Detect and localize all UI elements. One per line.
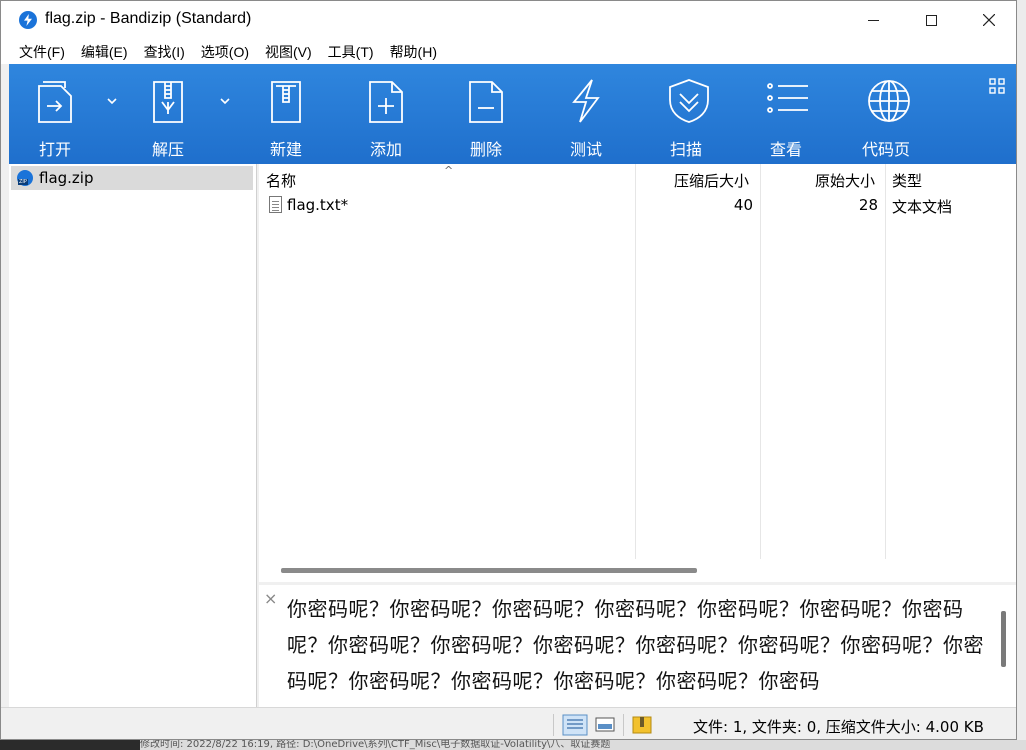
cell-name: flag.txt* bbox=[287, 196, 349, 214]
toolbar-extract-label: 解压 bbox=[151, 140, 184, 159]
toolbar-scan-label: 扫描 bbox=[669, 140, 702, 159]
toolbar-add-button[interactable]: 添加 bbox=[346, 64, 426, 164]
toolbar-new-label: 新建 bbox=[269, 140, 302, 159]
delete-icon bbox=[469, 81, 503, 123]
preview-text: 你密码呢？你密码呢？你密码呢？你密码呢？你密码呢？你密码呢？你密码呢？你密码呢？… bbox=[287, 597, 984, 693]
bandizip-app-icon bbox=[19, 11, 37, 29]
cell-type: 文本文档 bbox=[892, 198, 953, 216]
window-title: flag.zip - Bandizip (Standard) bbox=[45, 10, 252, 27]
toolbar-open-label: 打开 bbox=[38, 140, 71, 159]
toolbar-view-label: 查看 bbox=[769, 140, 802, 159]
column-header-original-size[interactable]: 原始大小 bbox=[815, 170, 875, 191]
extract-dropdown-chevron-icon[interactable] bbox=[218, 94, 232, 108]
minimize-button[interactable] bbox=[844, 1, 902, 39]
close-preview-icon[interactable]: × bbox=[264, 589, 277, 608]
menu-options[interactable]: 选项(O) bbox=[193, 39, 257, 64]
folder-tree: flag.zip bbox=[9, 164, 257, 707]
horizontal-scrollbar[interactable] bbox=[281, 568, 697, 573]
background-path-text: 修改时间: 2022/8/22 16:19, 路径: D:\OneDrive\系… bbox=[140, 740, 1026, 750]
archive-folder-icon bbox=[632, 716, 652, 734]
column-divider[interactable] bbox=[885, 164, 886, 559]
archive-info-button[interactable] bbox=[629, 714, 655, 736]
tree-item-archive[interactable]: flag.zip bbox=[11, 166, 253, 190]
bandizip-window: flag.zip - Bandizip (Standard) 文件(F) 编辑(… bbox=[0, 0, 1017, 740]
file-list: ^ 名称 压缩后大小 原始大小 类型 flag.txt* 40 28 文本文档 bbox=[259, 164, 1016, 582]
details-view-button[interactable] bbox=[562, 714, 588, 736]
column-header-name[interactable]: 名称 bbox=[266, 170, 296, 191]
add-icon bbox=[369, 81, 403, 123]
toolbar-scan-button[interactable]: 扫描 bbox=[646, 64, 726, 164]
toolbar-open-button[interactable]: 打开 bbox=[15, 64, 95, 164]
status-divider bbox=[553, 714, 554, 736]
menu-bar: 文件(F) 编辑(E) 查找(I) 选项(O) 视图(V) 工具(T) 帮助(H… bbox=[1, 39, 1016, 64]
menu-edit[interactable]: 编辑(E) bbox=[73, 39, 136, 64]
tree-item-label: flag.zip bbox=[39, 169, 94, 187]
toolbar-codepage-label: 代码页 bbox=[861, 140, 910, 159]
title-bar: flag.zip - Bandizip (Standard) bbox=[1, 1, 1016, 39]
layout-grid-icon[interactable] bbox=[989, 78, 1005, 94]
view-icon bbox=[767, 83, 808, 113]
menu-help[interactable]: 帮助(H) bbox=[382, 39, 445, 64]
table-row[interactable]: flag.txt* 40 28 文本文档 bbox=[259, 194, 1016, 216]
cell-compressed-size: 40 bbox=[733, 196, 753, 214]
sort-ascending-icon: ^ bbox=[444, 164, 454, 177]
toolbar-codepage-button[interactable]: 代码页 bbox=[846, 64, 926, 164]
status-divider bbox=[623, 714, 624, 736]
toolbar-test-button[interactable]: 测试 bbox=[546, 64, 626, 164]
new-archive-icon bbox=[271, 81, 301, 123]
column-header-type[interactable]: 类型 bbox=[892, 170, 922, 191]
column-divider[interactable] bbox=[635, 164, 636, 559]
maximize-icon bbox=[925, 14, 937, 26]
column-header-compressed-size[interactable]: 压缩后大小 bbox=[674, 170, 749, 191]
details-view-icon bbox=[562, 714, 588, 736]
toolbar: 打开 解压 新建 添加 删除 测试 扫描 查看 代码页 bbox=[9, 64, 1016, 164]
extract-icon bbox=[153, 81, 183, 123]
preview-pane-icon bbox=[595, 717, 615, 732]
toolbar-test-label: 测试 bbox=[569, 140, 602, 159]
status-summary: 文件: 1, 文件夹: 0, 压缩文件大小: 4.00 KB bbox=[693, 718, 984, 736]
status-bar: 文件: 1, 文件夹: 0, 压缩文件大小: 4.00 KB bbox=[1, 707, 1016, 739]
close-button[interactable] bbox=[960, 1, 1016, 39]
open-icon bbox=[38, 81, 72, 123]
maximize-button[interactable] bbox=[902, 1, 960, 39]
test-icon bbox=[572, 79, 600, 123]
zip-archive-icon bbox=[17, 170, 33, 186]
menu-tools[interactable]: 工具(T) bbox=[320, 39, 382, 64]
toolbar-extract-button[interactable]: 解压 bbox=[128, 64, 208, 164]
preview-toggle-button[interactable] bbox=[592, 714, 618, 736]
scan-icon bbox=[669, 79, 709, 123]
codepage-icon bbox=[868, 80, 910, 122]
column-divider[interactable] bbox=[760, 164, 761, 559]
toolbar-delete-button[interactable]: 删除 bbox=[446, 64, 526, 164]
preview-vertical-scrollbar[interactable] bbox=[1001, 611, 1006, 667]
preview-pane: × 你密码呢？你密码呢？你密码呢？你密码呢？你密码呢？你密码呢？你密码呢？你密码… bbox=[259, 585, 1016, 707]
menu-file[interactable]: 文件(F) bbox=[11, 39, 73, 64]
toolbar-delete-label: 删除 bbox=[469, 140, 502, 159]
menu-view[interactable]: 视图(V) bbox=[257, 39, 320, 64]
toolbar-view-button[interactable]: 查看 bbox=[746, 64, 826, 164]
menu-find[interactable]: 查找(I) bbox=[136, 39, 193, 64]
text-file-icon bbox=[269, 196, 282, 213]
minimize-icon bbox=[867, 19, 879, 21]
toolbar-add-label: 添加 bbox=[369, 140, 402, 159]
cell-original-size: 28 bbox=[858, 196, 878, 214]
background-window-edge bbox=[1017, 0, 1026, 750]
toolbar-new-button[interactable]: 新建 bbox=[246, 64, 326, 164]
open-dropdown-chevron-icon[interactable] bbox=[105, 94, 119, 108]
close-icon bbox=[983, 14, 995, 26]
